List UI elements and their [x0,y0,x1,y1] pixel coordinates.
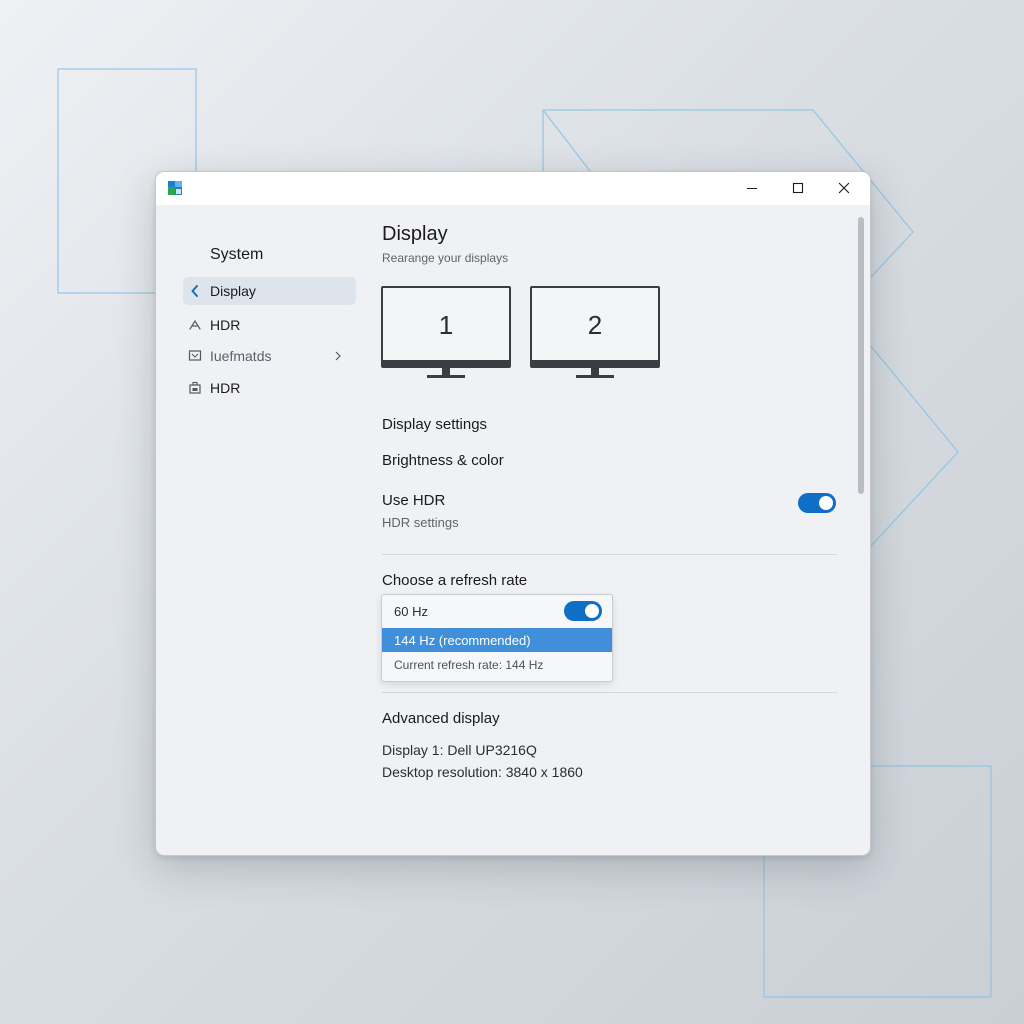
display-model-info: Display 1: Dell UP3216Q [382,742,537,758]
minimize-icon [747,187,757,190]
monitor-number: 1 [438,310,454,340]
advanced-display-heading[interactable]: Advanced display [382,710,500,727]
settings-app-icon [168,181,182,195]
current-refresh-rate: Current refresh rate: 144 Hz [394,658,544,672]
desktop-resolution-info: Desktop resolution: 3840 x 1860 [382,764,583,780]
sidebar-item-iuefmatds[interactable]: Iuefmatds [183,342,356,370]
monitor-small-icon [188,350,202,361]
divider [382,692,837,693]
deco-arrow-mid [869,344,959,548]
hdr-icon [189,319,201,330]
monitor-1[interactable]: 1 [381,286,511,381]
page-title: Display [382,223,448,245]
title-bar [156,172,870,205]
toggle-knob [819,496,833,510]
toggle-knob [585,604,599,618]
use-hdr-label: Use HDR [382,492,446,509]
maximize-icon [792,182,804,194]
divider [382,554,837,555]
sidebar-item-label: Iuefmatds [210,348,272,364]
battery-icon [189,381,201,394]
sidebar-item-hdr[interactable]: HDR [183,311,356,339]
sidebar-heading: System [210,246,264,263]
chevron-right-icon [335,351,341,361]
page-subtitle: Rearange your displays [382,251,509,265]
close-button[interactable] [821,172,867,204]
refresh-rate-dropdown[interactable]: 60 Hz 144 Hz (recommended) Current refre… [381,594,613,682]
maximize-button[interactable] [775,172,821,204]
sidebar-item-label: HDR [210,317,241,333]
display-settings-heading: Display settings [382,416,488,433]
scrollbar-thumb[interactable] [858,217,864,494]
sidebar-item-display[interactable]: Display [183,277,356,305]
refresh-rate-heading: Choose a refresh rate [382,572,528,589]
sidebar-item-label: Display [210,283,256,299]
refresh-option-144hz[interactable]: 144 Hz (recommended) [382,628,612,652]
chevron-left-icon [191,285,198,297]
sidebar-item-label: HDR [210,380,241,396]
hdr-settings-link[interactable]: HDR settings [382,515,459,530]
close-icon [838,182,850,194]
brightness-color-link[interactable]: Brightness & color [382,452,504,469]
refresh-toggle[interactable] [564,601,602,621]
monitor-2[interactable]: 2 [530,286,660,381]
hdr-toggle[interactable] [798,493,836,513]
minimize-button[interactable] [729,172,775,204]
sidebar-item-hdr-2[interactable]: HDR [183,374,356,402]
monitor-number: 2 [587,310,603,340]
settings-window: System Display HDR Iuefmatds HDR Display… [155,171,871,856]
